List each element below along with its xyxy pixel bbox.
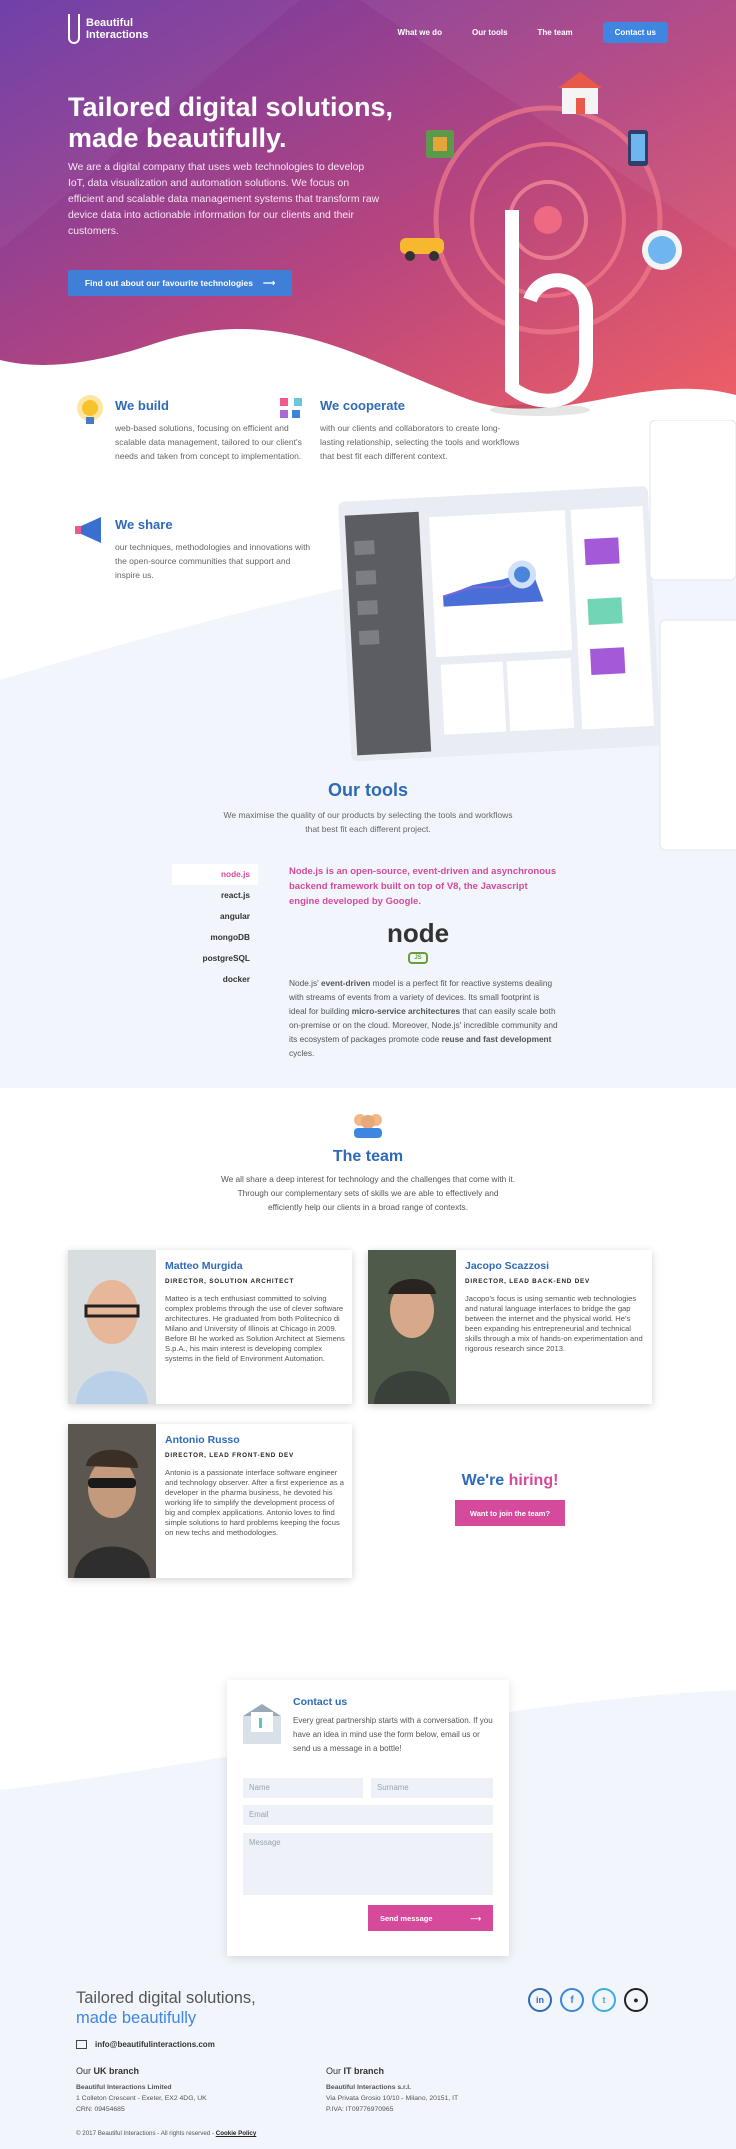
tool-tab-nodejs[interactable]: node.js <box>172 864 258 885</box>
contact-form-card: Contact us Every great partnership start… <box>227 1680 509 1956</box>
it-branch-label: IT branch <box>343 2066 385 2076</box>
uk-crn: CRN: 09454685 <box>76 2106 125 2113</box>
surname-field[interactable]: Surname <box>371 1778 493 1798</box>
message-field[interactable]: Message <box>243 1833 493 1895</box>
blocks-icon <box>280 398 302 418</box>
footer-title: Tailored digital solutions, made beautif… <box>76 1988 256 2028</box>
cookie-policy-link[interactable]: Cookie Policy <box>216 2130 257 2137</box>
team-title: The team <box>332 1148 404 1165</box>
tool-tab-reactjs[interactable]: react.js <box>172 885 258 906</box>
arrow-right-icon: ⟶ <box>470 1913 481 1923</box>
contact-text: Every great partnership starts with a co… <box>293 1716 493 1753</box>
linkedin-icon[interactable]: in <box>528 1988 552 2012</box>
uk-address: 1 Colleton Crescent - Exeter, EX2 4DG, U… <box>76 2095 207 2102</box>
logo[interactable]: Beautiful Interactions <box>68 14 148 44</box>
nodejs-logo: node JS <box>378 920 458 964</box>
team-photo <box>68 1250 156 1404</box>
member-name: Antonio Russo <box>165 1434 240 1446</box>
it-branch: Our IT branch Beautiful Interactions s.r… <box>326 2066 566 2115</box>
feature-share-text: our techniques, methodologies and innova… <box>115 542 311 580</box>
member-role: DIRECTOR, LEAD FRONT-END DEV <box>165 1452 294 1459</box>
team-photo <box>368 1250 456 1404</box>
team-photo <box>68 1424 156 1578</box>
tool-tab-postgresql[interactable]: postgreSQL <box>172 948 258 969</box>
join-team-button[interactable]: Want to join the team? <box>455 1500 565 1526</box>
member-bio: Matteo is a tech enthusiast committed to… <box>165 1294 345 1363</box>
member-name: Matteo Murgida <box>165 1260 243 1272</box>
mail-icon <box>76 2040 87 2049</box>
hero-cta-label: Find out about our favourite technologie… <box>84 278 253 288</box>
nav-the-team[interactable]: The team <box>538 28 573 37</box>
uk-branch-label: UK branch <box>93 2066 140 2076</box>
nav-what-we-do[interactable]: What we do <box>398 28 442 37</box>
send-message-button[interactable]: Send message ⟶ <box>368 1905 493 1931</box>
hiring-block: We're hiring! Want to join the team? <box>440 1472 580 1526</box>
tools-title: Our tools <box>328 780 408 800</box>
tools-list: node.js react.js angular mongoDB postgre… <box>172 864 258 990</box>
team-subtitle: We all share a deep interest for technol… <box>220 1174 516 1212</box>
footer-email-text: info@beautifulinteractions.com <box>95 2040 215 2049</box>
feature-share: We share our techniques, methodologies a… <box>75 517 315 582</box>
megaphone-icon <box>75 517 101 543</box>
contact-title: Contact us <box>293 1696 348 1708</box>
nodejs-logo-badge: JS <box>408 952 428 964</box>
team-card: Antonio Russo DIRECTOR, LEAD FRONT-END D… <box>68 1424 352 1578</box>
footer-title-line-1: Tailored digital solutions, <box>76 1989 256 2007</box>
lightbulb-icon <box>77 395 103 424</box>
tool-tab-docker[interactable]: docker <box>172 969 258 990</box>
tools-subtitle: We maximise the quality of our products … <box>223 810 513 834</box>
name-field[interactable]: Name <box>243 1778 363 1798</box>
send-message-label: Send message <box>380 1913 433 1923</box>
member-bio: Jacopo's focus is using semantic web tec… <box>465 1294 643 1353</box>
twitter-icon[interactable]: t <box>592 1988 616 2012</box>
github-icon[interactable]: ● <box>624 1988 648 2012</box>
logo-line-1: Beautiful <box>86 17 134 29</box>
tool-tab-angular[interactable]: angular <box>172 906 258 927</box>
nav-contact-button[interactable]: Contact us <box>602 22 668 43</box>
social-links: in f t ● <box>528 1988 648 2012</box>
feature-cooperate-title: We cooperate <box>320 398 406 413</box>
logo-line-2: Interactions <box>86 29 149 41</box>
nodejs-logo-text: node <box>386 918 450 948</box>
copyright: © 2017 Beautiful Interactions - All righ… <box>76 2130 257 2137</box>
email-field[interactable]: Email <box>243 1805 493 1825</box>
footer-email[interactable]: info@beautifulinteractions.com <box>76 2040 215 2049</box>
main-nav: What we do Our tools The team Contact us <box>398 22 668 43</box>
footer-title-line-2: made beautifully <box>76 2009 197 2027</box>
envelope-icon <box>243 1704 281 1744</box>
it-address: Via Privata Grosio 10/10 - Milano, 20151… <box>326 2095 459 2102</box>
facebook-icon[interactable]: f <box>560 1988 584 2012</box>
team-card: Jacopo Scazzosi DIRECTOR, LEAD BACK-END … <box>368 1250 652 1404</box>
nav-our-tools[interactable]: Our tools <box>472 28 508 37</box>
hero-title: Tailored digital solutions, made beautif… <box>68 92 394 153</box>
arrow-right-icon: ⟶ <box>262 277 276 288</box>
hiring-title: We're hiring! <box>461 1472 559 1489</box>
uk-company: Beautiful Interactions Limited <box>76 2084 172 2091</box>
member-bio: Antonio is a passionate interface softwa… <box>165 1468 344 1537</box>
team-icon <box>354 1114 382 1138</box>
tool-headline: Node.js is an open-source, event-driven … <box>289 866 557 907</box>
uk-branch: Our UK branch Beautiful Interactions Lim… <box>76 2066 296 2115</box>
member-name: Jacopo Scazzosi <box>465 1260 550 1272</box>
feature-share-title: We share <box>115 517 173 532</box>
it-company: Beautiful Interactions s.r.l. <box>326 2084 411 2091</box>
tool-tab-mongodb[interactable]: mongoDB <box>172 927 258 948</box>
hero-illustration <box>400 72 682 416</box>
member-role: DIRECTOR, LEAD BACK-END DEV <box>465 1278 591 1285</box>
tool-description: Node.js' event-driven model is a perfect… <box>289 978 558 1058</box>
hero-cta-button[interactable]: Find out about our favourite technologie… <box>68 270 292 296</box>
logo-mark-icon <box>68 14 80 44</box>
it-vat: P.IVA: IT09776970965 <box>326 2106 394 2113</box>
team-card: Matteo Murgida DIRECTOR, SOLUTION ARCHIT… <box>68 1250 352 1404</box>
page: { "colors":{"brand_blue":"#2f6ab8","acce… <box>0 0 736 2149</box>
member-role: DIRECTOR, SOLUTION ARCHITECT <box>165 1278 295 1285</box>
hero-description: We are a digital company that uses web t… <box>68 162 380 237</box>
